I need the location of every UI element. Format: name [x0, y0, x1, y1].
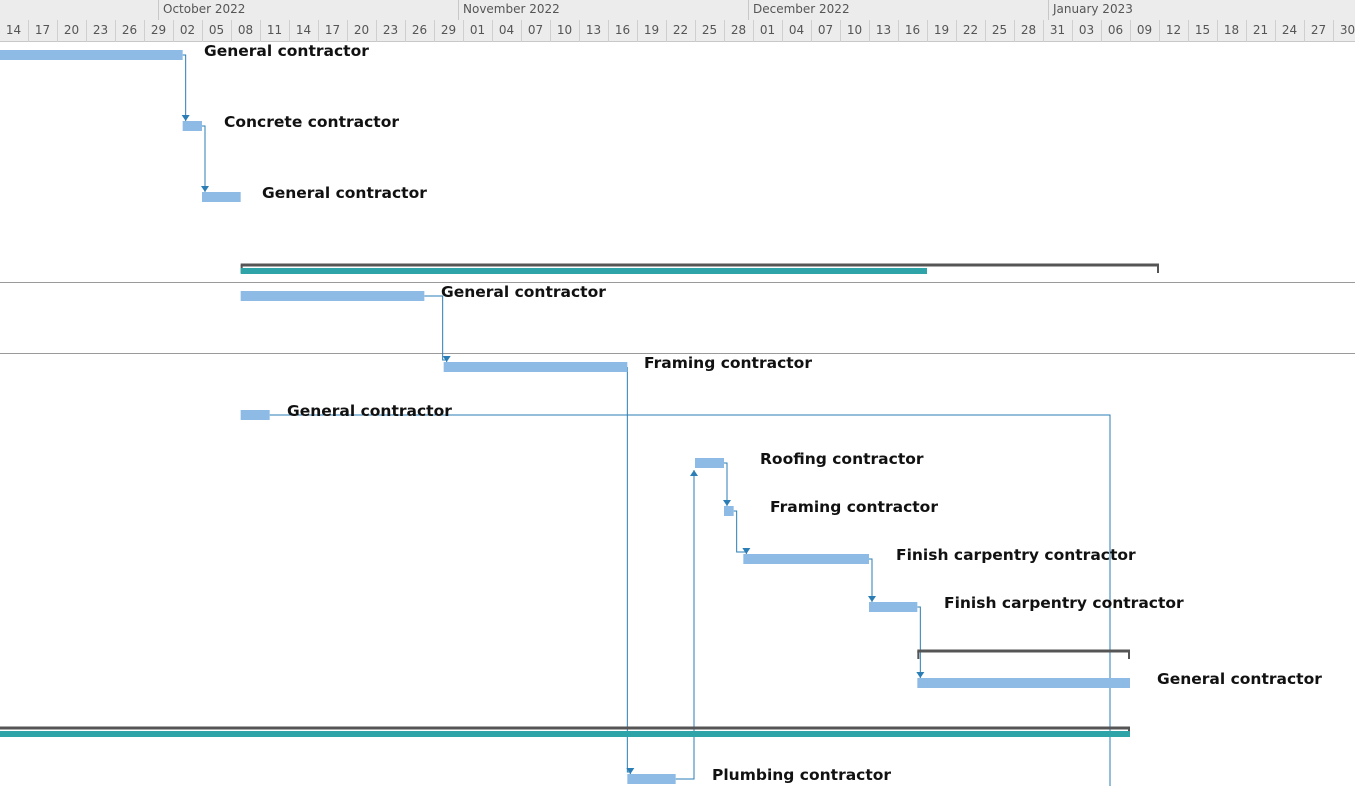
task-bar-t8	[695, 458, 724, 468]
resource-label-t8: Roofing contractor	[760, 450, 924, 468]
resource-label-t11: Finish carpentry contractor	[944, 594, 1184, 612]
link-t1-t2-arrow	[181, 115, 190, 121]
link-t8-t9	[724, 462, 728, 506]
gantt-chart-view[interactable]: 14 17 20 23 26 29 02 05 08 11 14 17 20 23 26 29 01 04 07 10…	[0, 0, 1355, 786]
link-t6-t15	[626, 367, 631, 774]
resource-label-t15: Plumbing contractor	[712, 766, 892, 784]
link-t11-t13-arrow	[916, 672, 925, 678]
link-t11-t13	[917, 606, 921, 678]
resource-label-t10: Finish carpentry contractor	[896, 546, 1136, 564]
task-bar-t7	[240, 410, 270, 420]
task-bar-t9	[724, 506, 734, 516]
summary-bars	[0, 263, 1159, 737]
task-bar-t13	[917, 678, 1130, 688]
task-bar-t1	[0, 50, 183, 60]
resource-label-t5: General contractor	[441, 283, 606, 301]
link-t5-t6	[424, 295, 448, 362]
summary-progress-s3	[0, 731, 1130, 737]
link-t10-t11-arrow	[868, 596, 876, 602]
link-t9-t10	[733, 510, 747, 554]
task-bar-t2	[182, 121, 202, 131]
task-bar-t6	[443, 362, 628, 372]
resource-label-t6: Framing contractor	[644, 354, 812, 372]
link-t15-t8-arrow	[690, 470, 698, 476]
gantt-chart-area	[0, 50, 1355, 786]
link-t8-t9-arrow	[723, 500, 731, 506]
link-t1-t2	[182, 54, 187, 121]
task-bar-t10	[743, 554, 869, 564]
task-bar-t11	[869, 602, 918, 612]
task-bar-t3	[202, 192, 241, 202]
link-t10-t11	[869, 558, 873, 602]
link-t2-t3	[202, 125, 206, 192]
resource-label-t2: Concrete contractor	[224, 113, 399, 131]
resource-label-t3: General contractor	[262, 184, 427, 202]
resource-label-t1: General contractor	[204, 42, 369, 60]
summary-progress-s1	[240, 268, 927, 274]
task-bar-t15	[627, 774, 676, 784]
link-t5-t6-arrow	[442, 356, 451, 362]
task-bar-t5	[240, 291, 425, 301]
resource-label-t9: Framing contractor	[770, 498, 938, 516]
link-t9-t10-arrow	[742, 548, 751, 554]
link-t2-t3-arrow	[201, 186, 209, 192]
resource-label-t7: General contractor	[287, 402, 452, 420]
resource-label-t13: General contractor	[1157, 670, 1322, 688]
task-bars	[0, 50, 1130, 784]
